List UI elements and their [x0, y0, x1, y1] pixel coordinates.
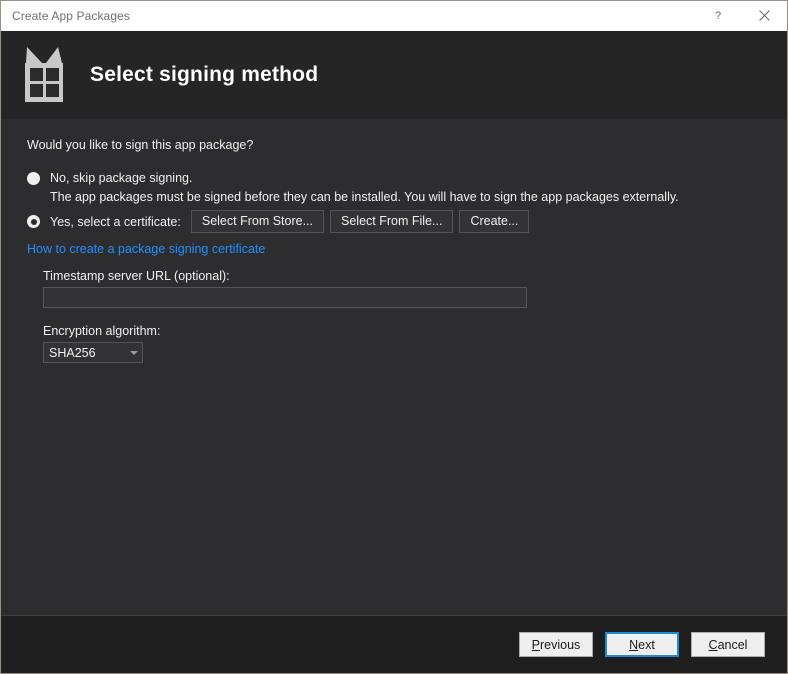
- radio-label-yes-certificate: Yes, select a certificate:: [50, 214, 181, 229]
- cancel-button[interactable]: Cancel: [691, 632, 765, 657]
- svg-text:?: ?: [715, 10, 721, 22]
- cancel-accesskey: C: [708, 637, 718, 652]
- how-to-create-certificate-link[interactable]: How to create a package signing certific…: [27, 242, 265, 256]
- previous-button[interactable]: Previous: [519, 632, 593, 657]
- next-button[interactable]: Next: [605, 632, 679, 657]
- select-from-store-button[interactable]: Select From Store...: [190, 210, 325, 233]
- gift-package-icon: [20, 45, 68, 105]
- select-from-file-button[interactable]: Select From File...: [330, 210, 454, 233]
- no-skip-help-text: The app packages must be signed before t…: [50, 190, 679, 204]
- timestamp-server-input[interactable]: [43, 287, 527, 308]
- radio-button-yes-certificate[interactable]: [27, 215, 40, 228]
- timestamp-server-label: Timestamp server URL (optional):: [43, 269, 230, 283]
- signing-question-label: Would you like to sign this app package?: [27, 138, 254, 152]
- timestamp-server-field-group: Timestamp server URL (optional):: [43, 269, 765, 308]
- radio-option-no-skip[interactable]: No, skip package signing.: [27, 168, 765, 188]
- radio-button-no-skip[interactable]: [27, 171, 40, 185]
- window-title: Create App Packages: [12, 8, 130, 23]
- next-label: ext: [638, 637, 655, 652]
- encryption-algorithm-field-group: Encryption algorithm: SHA256: [43, 324, 765, 363]
- cancel-label: ancel: [717, 637, 748, 652]
- create-certificate-button[interactable]: Create...: [459, 210, 530, 233]
- dialog-body: Would you like to sign this app package?…: [1, 119, 787, 615]
- encryption-algorithm-value: SHA256: [49, 345, 96, 360]
- title-bar: Create App Packages ?: [1, 1, 787, 31]
- previous-accesskey: P: [531, 637, 541, 652]
- dialog-header: Select signing method: [1, 31, 787, 119]
- page-title: Select signing method: [90, 63, 319, 86]
- encryption-algorithm-dropdown[interactable]: SHA256: [43, 342, 143, 363]
- close-icon[interactable]: [741, 1, 787, 31]
- help-question-icon[interactable]: ?: [697, 1, 741, 31]
- radio-label-no-skip: No, skip package signing.: [50, 171, 193, 185]
- previous-label: revious: [540, 637, 581, 652]
- chevron-down-icon[interactable]: [126, 350, 142, 355]
- dialog-window: Create App Packages ? Select signing met…: [0, 0, 788, 674]
- next-accesskey: N: [629, 637, 639, 652]
- encryption-algorithm-label: Encryption algorithm:: [43, 324, 161, 338]
- titlebar-button-group: ?: [697, 1, 787, 31]
- dialog-footer: Previous Next Cancel: [1, 615, 787, 673]
- radio-option-yes-certificate[interactable]: Yes, select a certificate: Select From S…: [27, 210, 765, 233]
